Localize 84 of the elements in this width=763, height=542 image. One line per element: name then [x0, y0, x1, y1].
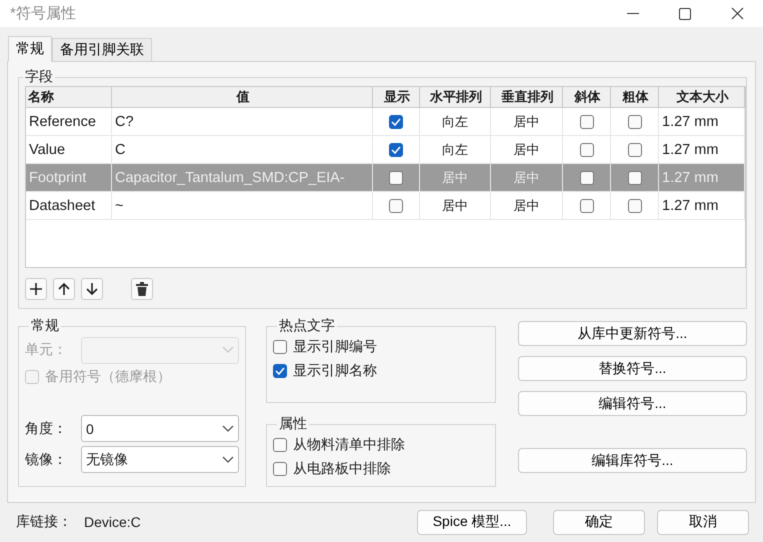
move-up-button[interactable]	[53, 278, 75, 300]
checkbox[interactable]	[273, 462, 287, 476]
checkbox[interactable]	[389, 170, 403, 184]
checkbox[interactable]	[580, 142, 594, 156]
column-header[interactable]: 垂直排列	[491, 87, 563, 108]
minimize-icon	[627, 12, 639, 14]
column-header[interactable]: 文本大小	[659, 87, 745, 108]
table-cell: 居中	[491, 136, 563, 164]
column-header[interactable]: 粗体	[611, 87, 659, 108]
table-cell: Value	[26, 136, 112, 164]
table-cell: ~	[112, 192, 373, 220]
group-title: 常规	[30, 317, 60, 335]
action-button[interactable]: 编辑库符号...	[518, 448, 747, 473]
chevron-down-icon	[222, 346, 234, 354]
checkbox[interactable]	[389, 198, 403, 212]
checkbox[interactable]	[580, 114, 594, 128]
checkbox[interactable]	[389, 142, 403, 156]
plus-icon	[29, 282, 43, 296]
table-cell: Footprint	[26, 164, 112, 192]
field-label: 角度：	[25, 420, 68, 438]
column-header[interactable]: 显示	[373, 87, 420, 108]
checkbox[interactable]	[628, 170, 642, 184]
angle-dropdown[interactable]: 0	[81, 415, 239, 442]
dialog-button[interactable]: Spice 模型...	[417, 510, 527, 534]
table-cell: 居中	[420, 164, 491, 192]
table-cell: 1.27 mm	[659, 192, 745, 220]
table-cell: 向左	[420, 108, 491, 136]
checkbox[interactable]	[580, 198, 594, 212]
chevron-down-icon	[222, 456, 234, 464]
dialog-button[interactable]: 确定	[553, 510, 645, 534]
mirror-dropdown[interactable]: 无镜像	[81, 446, 239, 473]
column-header[interactable]: 斜体	[563, 87, 611, 108]
checkbox[interactable]	[389, 114, 403, 128]
checkbox[interactable]	[628, 198, 642, 212]
table-cell: 1.27 mm	[659, 136, 745, 164]
table-cell: C	[112, 136, 373, 164]
table-cell: 1.27 mm	[659, 164, 745, 192]
group-title: 属性	[278, 415, 308, 433]
table-cell: C?	[112, 108, 373, 136]
tab[interactable]: 备用引脚关联	[52, 38, 152, 62]
table-cell: Reference	[26, 108, 112, 136]
trash-icon	[136, 282, 148, 296]
checkbox-label: 显示引脚编号	[293, 338, 377, 356]
table-cell: Datasheet	[26, 192, 112, 220]
action-button[interactable]: 编辑符号...	[518, 391, 747, 416]
add-button[interactable]	[25, 278, 47, 300]
checkbox[interactable]	[273, 438, 287, 452]
tab[interactable]: 常规	[8, 36, 52, 62]
arrow-down-icon	[86, 282, 98, 296]
column-header[interactable]: 值	[112, 87, 373, 108]
checkbox[interactable]	[628, 114, 642, 128]
dialog-button[interactable]: 取消	[657, 510, 749, 534]
move-down-button[interactable]	[81, 278, 103, 300]
checkbox-label: 从物料清单中排除	[293, 436, 405, 454]
field-label: 单元：	[25, 341, 68, 359]
checkbox-label: 备用符号（德摩根）	[45, 368, 171, 386]
delete-button[interactable]	[131, 278, 153, 300]
table-cell: 居中	[420, 192, 491, 220]
checkbox[interactable]	[273, 340, 287, 354]
table-cell: 居中	[491, 108, 563, 136]
group-title: 热点文字	[278, 317, 336, 335]
table-cell: 居中	[491, 192, 563, 220]
table-cell: 1.27 mm	[659, 108, 745, 136]
table-cell: Capacitor_Tantalum_SMD:CP_EIA-	[112, 164, 373, 192]
checkbox[interactable]	[273, 364, 287, 378]
library-link-label: 库链接：	[16, 513, 72, 531]
chevron-down-icon	[222, 424, 234, 432]
action-button[interactable]: 从库中更新符号...	[518, 321, 747, 346]
table-cell: 居中	[491, 164, 563, 192]
checkbox-label: 从电路板中排除	[293, 460, 391, 478]
arrow-up-icon	[58, 282, 70, 296]
library-link-value: Device:C	[84, 514, 142, 530]
column-header[interactable]: 水平排列	[420, 87, 491, 108]
checkbox-label: 显示引脚名称	[293, 362, 377, 380]
checkbox[interactable]	[580, 170, 594, 184]
field-label: 镜像：	[25, 450, 68, 468]
checkbox[interactable]	[628, 142, 642, 156]
maximize-icon	[679, 8, 691, 20]
window-title: *符号属性	[10, 4, 77, 23]
group-title: 字段	[24, 68, 54, 86]
table-cell: 向左	[420, 136, 491, 164]
column-header[interactable]: 名称	[26, 87, 112, 108]
close-icon	[730, 7, 744, 20]
action-button[interactable]: 替换符号...	[518, 356, 747, 381]
